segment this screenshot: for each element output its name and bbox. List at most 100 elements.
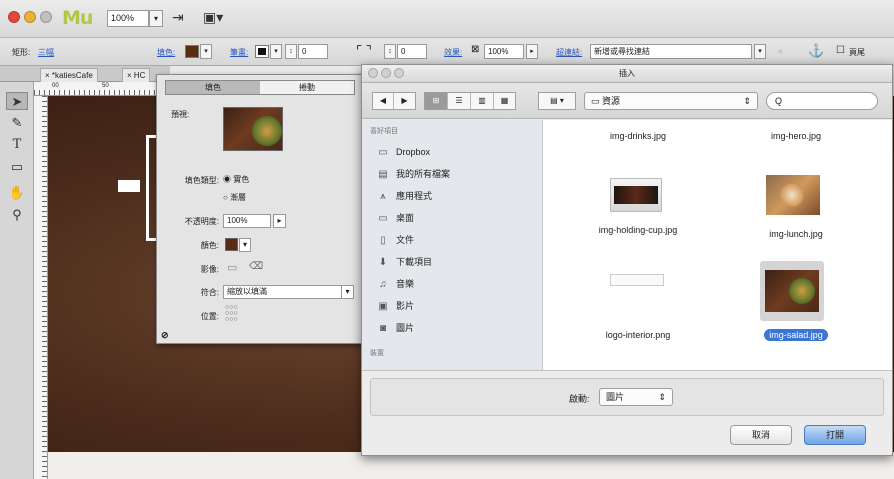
footer-checkbox[interactable]: ☐: [836, 45, 845, 56]
effects-icon[interactable]: ⊠: [471, 44, 479, 55]
file-item[interactable]: logo-interior.png: [563, 329, 713, 341]
vertical-ruler: [34, 96, 48, 479]
enable-select[interactable]: 圖片 ⇕: [599, 388, 673, 406]
hyperlink-label[interactable]: 超連結:: [556, 47, 582, 58]
tab-scroll[interactable]: 捲動: [260, 81, 354, 94]
file-item[interactable]: img-holding-cup.jpg: [563, 224, 713, 236]
image-clear-icon[interactable]: ⌫: [249, 261, 263, 272]
fill-label[interactable]: 填色:: [157, 47, 175, 58]
fill-color-dropdown[interactable]: ▾: [239, 238, 251, 252]
arrange-button[interactable]: ▤ ▾: [539, 93, 575, 109]
sidebar-item-movies[interactable]: ▣ 影片: [376, 298, 414, 315]
icon-view-button[interactable]: ⊞: [425, 93, 448, 109]
hyperlink-clear-icon[interactable]: ×: [778, 47, 783, 56]
dialog-zoom-button[interactable]: [394, 68, 404, 78]
hyperlink-dropdown-button[interactable]: ▾: [754, 44, 766, 59]
fill-gradient-radio[interactable]: ○ 漸層: [223, 192, 246, 203]
file-item-selected[interactable]: img-salad.jpg: [721, 329, 871, 341]
file-item[interactable]: img-lunch.jpg: [721, 228, 871, 240]
fill-panel: 填色 捲動 預視: 填色類型: ◉ 實色 ○ 漸層 不透明度: 100% ▸ 顏…: [156, 74, 362, 344]
list-view-button[interactable]: ☰: [448, 93, 471, 109]
stroke-label[interactable]: 筆畫:: [230, 47, 248, 58]
corner-radius-stepper[interactable]: ↕: [384, 44, 396, 59]
fill-swatch[interactable]: [185, 45, 199, 58]
preview-icon[interactable]: ⇥: [172, 9, 184, 26]
crop-tool-icon[interactable]: ✎: [6, 114, 28, 132]
enable-value: 圖片: [606, 392, 625, 402]
display-options-icon[interactable]: ▣▾: [203, 9, 223, 26]
close-window-button[interactable]: [8, 11, 20, 23]
opacity-arrow-button[interactable]: ▸: [273, 214, 286, 228]
text-tool-icon[interactable]: T: [6, 136, 28, 154]
zoom-dropdown-button[interactable]: ▾: [149, 10, 163, 27]
app-titlebar: Mu 100% ▾ ⇥ ▣▾: [0, 0, 894, 38]
fill-solid-radio[interactable]: ◉ 實色: [223, 174, 249, 185]
file-item[interactable]: img-drinks.jpg: [563, 130, 713, 142]
zoom-tool-icon[interactable]: ⚲: [6, 206, 28, 224]
enable-arrows-icon: ⇕: [658, 392, 666, 402]
file-item[interactable]: img-hero.jpg: [721, 130, 871, 142]
stroke-width-field[interactable]: 0: [298, 44, 328, 59]
search-field[interactable]: Q: [766, 92, 878, 110]
sidebar-item-all-files[interactable]: ▤ 我的所有檔案: [376, 166, 450, 183]
document-tabs: × *katiesCafe × HC: [0, 66, 170, 82]
file-thumbnail: [765, 270, 819, 312]
corner-options-icon[interactable]: ⌜ ⌝: [356, 43, 372, 59]
stroke-width-stepper[interactable]: ↕: [285, 44, 297, 59]
sidebar-item-documents[interactable]: ▯ 文件: [376, 232, 414, 249]
opacity-arrow-button[interactable]: ▸: [526, 44, 538, 59]
fill-type-label: 填色類型:: [184, 176, 219, 185]
file-name: img-hero.jpg: [770, 131, 822, 141]
stroke-swatch[interactable]: [255, 45, 269, 58]
effects-label[interactable]: 效果:: [444, 47, 462, 58]
dialog-minimize-button[interactable]: [381, 68, 391, 78]
tab-home[interactable]: × HC: [122, 68, 151, 82]
hyperlink-field[interactable]: 新增或尋找連結: [590, 44, 752, 59]
hand-tool-icon[interactable]: ✋: [6, 184, 28, 202]
sidebar-item-music[interactable]: ♫ 音樂: [376, 276, 414, 293]
rect-state-link[interactable]: 三幅: [38, 47, 54, 58]
image-folder-icon[interactable]: ▭: [227, 261, 237, 274]
position-label: 位置:: [200, 312, 219, 321]
fill-dropdown-button[interactable]: ▾: [200, 44, 212, 59]
coverflow-view-button[interactable]: ▦: [494, 93, 515, 109]
tab-katiescafe[interactable]: × *katiesCafe: [40, 68, 98, 82]
panel-help-icon[interactable]: ⊘: [161, 330, 169, 341]
tab-fill[interactable]: 填色: [166, 81, 260, 94]
selection-tool-icon[interactable]: ➤: [6, 92, 28, 110]
sidebar-item-downloads[interactable]: ⬇ 下載項目: [376, 254, 432, 271]
window-controls: [8, 11, 52, 23]
tools-panel: ➤ ✎ T ▭ ✋ ⚲: [0, 82, 34, 479]
path-popup[interactable]: ▭ 資源 ⇕: [584, 92, 758, 110]
fit-dropdown-button[interactable]: ▾: [341, 285, 354, 299]
folder-icon: ▭: [378, 147, 388, 158]
dialog-close-button[interactable]: [368, 68, 378, 78]
zoom-window-button[interactable]: [40, 11, 52, 23]
zoom-level-field[interactable]: 100%: [107, 10, 149, 27]
sidebar-item-pictures[interactable]: ◙ 圖片: [376, 320, 414, 337]
opacity-field[interactable]: 100%: [484, 44, 524, 59]
anchor-icon[interactable]: ⚓: [808, 43, 824, 59]
sidebar-item-desktop[interactable]: ▭ 桌面: [376, 210, 414, 227]
column-view-button[interactable]: ▥: [471, 93, 494, 109]
sidebar-item-label: 文件: [396, 235, 415, 245]
forward-button[interactable]: ▶: [394, 93, 415, 109]
opacity-input[interactable]: 100%: [223, 214, 271, 228]
corner-radius-field[interactable]: 0: [397, 44, 427, 59]
stroke-dropdown-button[interactable]: ▾: [270, 44, 282, 59]
insert-dialog: 插入 ◀ ▶ ⊞ ☰ ▥ ▦ ▤ ▾ ▭ 資源 ⇕ Q 喜好項目 ▭ Dropbo…: [361, 64, 893, 456]
ruler-mark: 00: [52, 83, 59, 89]
position-grid-icon[interactable]: ○○○ ○○○ ○○○: [225, 304, 238, 323]
sidebar-item-applications[interactable]: ⩚ 應用程式: [376, 188, 432, 205]
fit-select[interactable]: 縮放以填滿: [223, 285, 343, 299]
back-button[interactable]: ◀: [373, 93, 394, 109]
sidebar-item-dropbox[interactable]: ▭ Dropbox: [376, 144, 430, 161]
rectangle-tool-icon[interactable]: ▭: [6, 158, 28, 176]
minimize-window-button[interactable]: [24, 11, 36, 23]
sidebar-item-label: 應用程式: [396, 191, 433, 201]
fit-label: 符合:: [200, 288, 219, 297]
open-button[interactable]: 打開: [804, 425, 866, 445]
sidebar-item-label: 圖片: [396, 323, 415, 333]
fill-color-swatch[interactable]: [225, 238, 238, 251]
cancel-button[interactable]: 取消: [730, 425, 792, 445]
